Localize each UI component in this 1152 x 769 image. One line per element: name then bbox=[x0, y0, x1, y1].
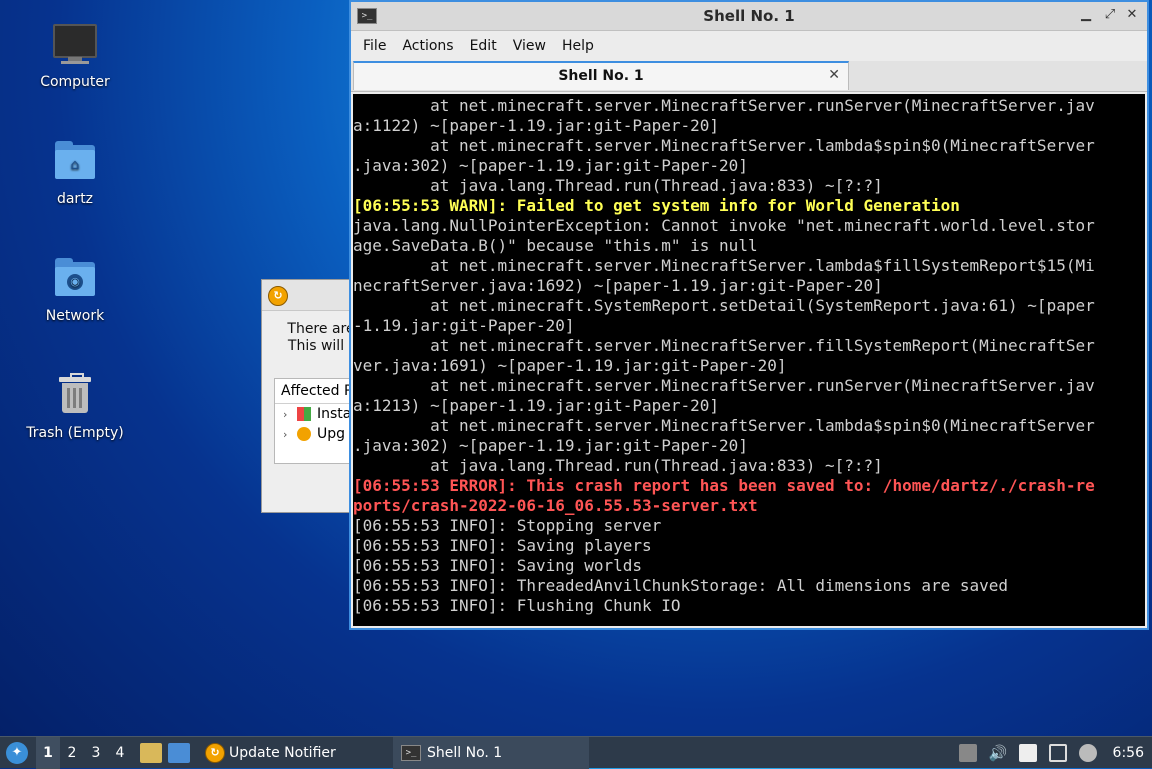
terminal-icon: >_ bbox=[401, 744, 421, 761]
terminal-line: at java.lang.Thread.run(Thread.java:833)… bbox=[353, 176, 883, 195]
desktop-icon-home[interactable]: ⌂ dartz bbox=[15, 137, 135, 207]
home-folder-icon: ⌂ bbox=[51, 137, 99, 185]
tab-close-icon[interactable]: ✕ bbox=[828, 67, 840, 83]
terminal-line: [06:55:53 INFO]: Saving worlds bbox=[353, 556, 642, 575]
terminal-output[interactable]: at net.minecraft.server.MinecraftServer.… bbox=[353, 94, 1145, 626]
terminal-text: at net.minecraft.server.MinecraftServer.… bbox=[353, 94, 1145, 616]
terminal-line: at net.minecraft.server.MinecraftServer.… bbox=[353, 96, 1095, 115]
computer-icon bbox=[51, 20, 99, 68]
terminal-line: age.SaveData.B()" because "this.m" is nu… bbox=[353, 236, 758, 255]
terminal-line: at net.minecraft.server.MinecraftServer.… bbox=[353, 376, 1095, 395]
terminal-line: necraftServer.java:1692) ~[paper-1.19.ja… bbox=[353, 276, 883, 295]
dialog-message-line2: This will bbox=[287, 338, 345, 354]
workspace-2[interactable]: 2 bbox=[60, 745, 84, 761]
screenshot-icon[interactable] bbox=[958, 743, 977, 762]
menubar: File Actions Edit View Help bbox=[351, 31, 1147, 61]
menu-view[interactable]: View bbox=[505, 38, 554, 54]
task-label: Update Notifier bbox=[229, 744, 336, 761]
network-folder-icon: ◉ bbox=[51, 254, 99, 302]
expand-arrow-icon[interactable]: › bbox=[283, 408, 297, 421]
desktop-icon-label: Network bbox=[45, 308, 105, 324]
terminal-line: [06:55:53 INFO]: Stopping server bbox=[353, 516, 662, 535]
terminal-line: .java:302) ~[paper-1.19.jar:git-Paper-20… bbox=[353, 156, 748, 175]
desktop-icon-computer[interactable]: Computer bbox=[15, 20, 135, 90]
network-icon[interactable] bbox=[1048, 743, 1067, 762]
show-desktop-icon[interactable] bbox=[168, 742, 190, 763]
dialog-message: There are This will bbox=[262, 321, 362, 355]
system-tray: 🔊 6:56 bbox=[953, 743, 1152, 762]
desktop-icon-label: Computer bbox=[40, 74, 110, 90]
menu-actions[interactable]: Actions bbox=[394, 38, 461, 54]
volume-icon[interactable]: 🔊 bbox=[989, 744, 1008, 762]
upgrade-icon bbox=[297, 427, 311, 441]
clipboard-icon[interactable] bbox=[1018, 743, 1037, 762]
dialog-titlebar[interactable]: ↻ bbox=[262, 280, 362, 311]
close-icon[interactable]: ✕ bbox=[1123, 7, 1141, 22]
terminal-line: at net.minecraft.server.MinecraftServer.… bbox=[353, 256, 1095, 275]
terminal-line: [06:55:53 INFO]: ThreadedAnvilChunkStora… bbox=[353, 576, 1009, 595]
taskbar: ✦ 1 2 3 4 ↻ Update Notifier >_ Shell No.… bbox=[0, 736, 1152, 769]
task-shell[interactable]: >_ Shell No. 1 bbox=[393, 736, 589, 769]
menu-help[interactable]: Help bbox=[554, 38, 602, 54]
window-titlebar[interactable]: >_ Shell No. 1 ▁ ⤢ ✕ bbox=[351, 2, 1147, 31]
tab-label: Shell No. 1 bbox=[558, 68, 644, 84]
minimize-icon[interactable]: ▁ bbox=[1077, 7, 1095, 22]
desktop-icon-label: dartz bbox=[56, 191, 94, 207]
clock[interactable]: 6:56 bbox=[1113, 745, 1144, 761]
task-label: Shell No. 1 bbox=[427, 744, 503, 761]
desktop-icon-network[interactable]: ◉ Network bbox=[15, 254, 135, 324]
terminal-line: -1.19.jar:git-Paper-20] bbox=[353, 316, 575, 335]
trash-icon bbox=[51, 371, 99, 419]
terminal-line: at net.minecraft.server.MinecraftServer.… bbox=[353, 336, 1095, 355]
terminal-line: [06:55:53 WARN]: Failed to get system in… bbox=[353, 196, 960, 215]
terminal-line: at net.minecraft.server.MinecraftServer.… bbox=[353, 136, 1095, 155]
terminal-line: at net.minecraft.SystemReport.setDetail(… bbox=[353, 296, 1095, 315]
notification-icon[interactable] bbox=[1078, 743, 1097, 762]
update-notifier-icon: ↻ bbox=[205, 742, 225, 763]
tab-shell-1[interactable]: Shell No. 1 ✕ bbox=[353, 61, 849, 90]
terminal-line: a:1213) ~[paper-1.19.jar:git-Paper-20] bbox=[353, 396, 720, 415]
terminal-line: [06:55:53 INFO]: Flushing Chunk IO bbox=[353, 596, 681, 615]
terminal-line: at java.lang.Thread.run(Thread.java:833)… bbox=[353, 456, 883, 475]
terminal-line: [06:55:53 INFO]: Saving players bbox=[353, 536, 652, 555]
terminal-window[interactable]: >_ Shell No. 1 ▁ ⤢ ✕ File Actions Edit V… bbox=[349, 0, 1149, 630]
tab-bar: Shell No. 1 ✕ bbox=[351, 61, 1147, 92]
terminal-line: at net.minecraft.server.MinecraftServer.… bbox=[353, 416, 1095, 435]
install-icon bbox=[297, 407, 311, 421]
desktop-icon-label: Trash (Empty) bbox=[26, 425, 124, 441]
desktop-icon-trash[interactable]: Trash (Empty) bbox=[15, 371, 135, 441]
dialog-message-line1: There are bbox=[287, 321, 355, 337]
window-title: Shell No. 1 bbox=[703, 7, 795, 25]
workspace-1[interactable]: 1 bbox=[36, 736, 60, 769]
terminal-line: ver.java:1691) ~[paper-1.19.jar:git-Pape… bbox=[353, 356, 787, 375]
update-notifier-dialog[interactable]: ↻ There are This will Affected P › Insta… bbox=[261, 279, 376, 513]
start-menu-icon[interactable]: ✦ bbox=[6, 741, 28, 764]
workspace-4[interactable]: 4 bbox=[108, 745, 132, 761]
terminal-line: ports/crash-2022-06-16_06.55.53-server.t… bbox=[353, 496, 758, 515]
menu-file[interactable]: File bbox=[355, 38, 394, 54]
tree-row-label: Upg bbox=[317, 426, 346, 442]
file-manager-icon[interactable] bbox=[140, 742, 162, 763]
tree-row-label: Insta bbox=[317, 406, 352, 422]
terminal-line: [06:55:53 ERROR]: This crash report has … bbox=[353, 476, 1095, 495]
expand-arrow-icon[interactable]: › bbox=[283, 428, 297, 441]
terminal-line: .java:302) ~[paper-1.19.jar:git-Paper-20… bbox=[353, 436, 748, 455]
maximize-icon[interactable]: ⤢ bbox=[1101, 7, 1119, 22]
terminal-line: a:1122) ~[paper-1.19.jar:git-Paper-20] bbox=[353, 116, 720, 135]
workspace-3[interactable]: 3 bbox=[84, 745, 108, 761]
task-update-notifier[interactable]: ↻ Update Notifier bbox=[197, 737, 393, 769]
update-notifier-icon: ↻ bbox=[268, 286, 288, 306]
terminal-line: java.lang.NullPointerException: Cannot i… bbox=[353, 216, 1095, 235]
menu-edit[interactable]: Edit bbox=[462, 38, 505, 54]
